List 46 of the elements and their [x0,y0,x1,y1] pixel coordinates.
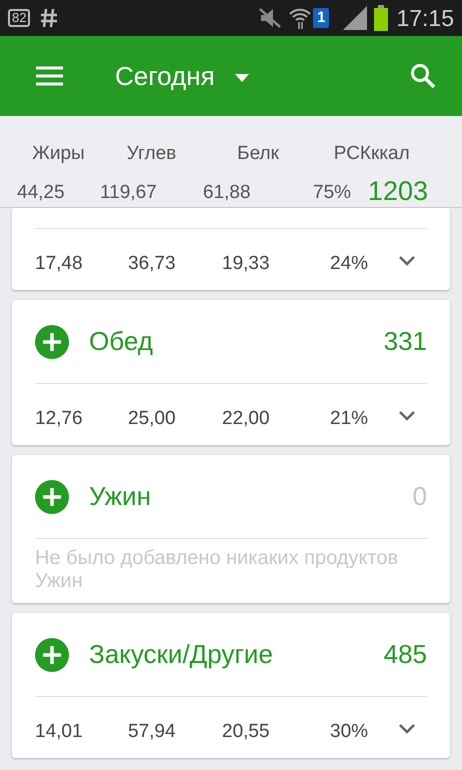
summary-label: РСК [334,142,371,166]
summary-label: Жиры [32,142,85,166]
chevron-down-icon[interactable] [398,722,416,734]
macro-value: 36,73 [128,253,176,274]
summary-value: 61,88 [203,180,251,204]
summary-label: Углев [126,142,176,166]
macro-value: 21% [330,408,368,430]
add-icon[interactable] [35,638,69,672]
wifi-icon [288,6,312,30]
macro-value: 24% [330,253,368,274]
summary-value: 75% [313,180,352,204]
macro-value: 19,33 [222,253,270,274]
macro-value: 20,55 [222,721,270,742]
notification-count: 82 [8,9,30,27]
summary-label: ккал [371,142,410,166]
sim-badge: 1 [313,8,330,28]
macro-value: 25,00 [128,408,176,430]
calories-total: 1203 [368,174,428,208]
meal-name[interactable]: Ужин [89,477,413,516]
macro-value: 22,00 [222,408,270,430]
clock: 17:15 [396,4,454,33]
meal-calories: 0 [412,480,427,513]
meal-calories: 485 [384,638,427,671]
macro-value: 14,01 [35,721,83,742]
search-icon[interactable] [410,63,436,89]
mute-icon [258,7,282,29]
signal-icon [341,6,368,30]
chevron-down-icon[interactable] [398,254,416,266]
meal-name[interactable]: Закуски/Другие [89,635,384,674]
meal-calories: 331 [384,325,427,358]
summary-label: Белк [237,142,279,166]
chevron-down-icon[interactable] [398,410,416,422]
add-icon[interactable] [35,480,69,514]
hash-icon [40,8,58,28]
macro-value: 30% [330,721,368,742]
caret-icon [234,74,249,82]
macro-value: 57,94 [128,721,176,742]
date-dropdown[interactable]: Сегодня [115,56,249,96]
menu-icon[interactable] [36,66,63,86]
meal-name[interactable]: Обед [89,322,384,361]
summary-value: 44,25 [17,180,65,204]
macro-value: 17,48 [35,253,83,274]
summary-value: 119,67 [100,180,157,204]
add-icon[interactable] [35,324,69,358]
battery-icon [374,5,388,31]
macro-value: 12,76 [35,408,83,430]
